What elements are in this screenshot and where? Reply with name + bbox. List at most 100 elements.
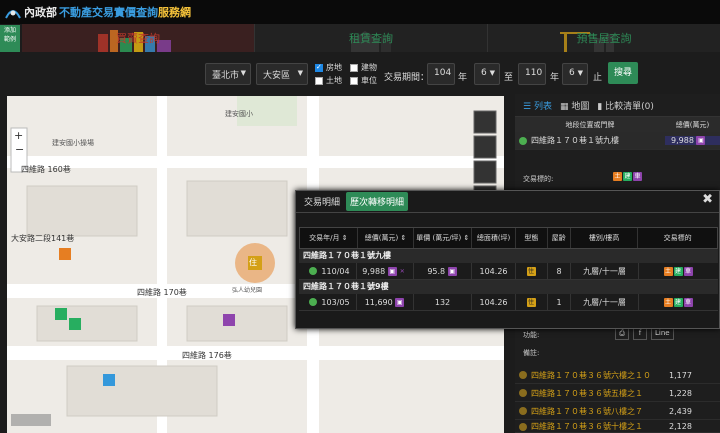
side-button-line2: 範例 bbox=[3, 36, 16, 43]
result-tabs: ☰ 列表 ▦ 地圖 ▮ 比較清單(0) bbox=[515, 94, 720, 116]
map-label-lane176: 四維路 176巷 bbox=[182, 351, 232, 360]
compare-icon[interactable]: ▣ bbox=[395, 297, 405, 307]
list-address: 四維路１７０巷３６號八樓之７ bbox=[531, 406, 643, 416]
row-price: 11,690 bbox=[364, 297, 393, 307]
expand-icon[interactable] bbox=[519, 389, 527, 397]
district-select[interactable]: 大安區 ▼ bbox=[256, 63, 308, 85]
period-label: 交易期間： bbox=[384, 73, 430, 83]
top-bar: 內政部 不動產交易實價查詢 服務網 bbox=[0, 0, 720, 24]
end-year-input[interactable]: 110 bbox=[518, 63, 546, 85]
table-row[interactable]: 103/05 11,690 ▣ 132 104.26 住 1 九層/十一層 土建… bbox=[299, 294, 718, 311]
tab-transfer-history[interactable]: 歷次轉移明細 bbox=[346, 192, 409, 211]
chevron-down-icon: ▼ bbox=[577, 69, 583, 77]
history-table-header: 交易年/月 ⇕ 總價(萬元) ⇕ 單價 (萬元/坪) ⇕ 總面積(坪) 型態 屋… bbox=[299, 227, 718, 249]
ministry-logo-icon bbox=[5, 10, 21, 19]
list-item[interactable]: 四維路１７０巷３６號五樓之１ 1,228 bbox=[515, 385, 720, 402]
note-label: 備註: bbox=[523, 349, 540, 357]
tab-map[interactable]: ▦ 地圖 bbox=[560, 99, 589, 112]
row-date: 110/04 bbox=[321, 266, 350, 276]
building-badge-icon: 建 bbox=[673, 297, 683, 307]
zoom-in-button[interactable]: + bbox=[14, 129, 23, 142]
checkbox-checked-icon bbox=[315, 63, 323, 72]
col-target[interactable]: 交易標的 bbox=[638, 228, 717, 248]
compare-icon[interactable]: ▣ bbox=[387, 266, 397, 276]
special-icon: ✕ bbox=[399, 267, 405, 275]
residence-type-icon: 住 bbox=[526, 266, 536, 276]
type-checkbox-land[interactable]: 土地 bbox=[315, 75, 342, 86]
col-total-price[interactable]: 總價(萬元) ⇕ bbox=[358, 228, 415, 248]
start-month-select[interactable]: 6 ▼ bbox=[474, 63, 500, 85]
type-checkbox-house-land[interactable]: 房地 bbox=[315, 62, 342, 73]
col-age[interactable]: 屋齡 bbox=[548, 228, 571, 248]
table-row[interactable]: 110/04 9,988 ▣ ✕ 95.8 ▣ 104.26 住 8 九層/十一層… bbox=[299, 263, 718, 280]
query-tabs: 買賣查詢 租賃查詢 預售屋查詢 bbox=[22, 24, 720, 52]
start-month-value: 6 bbox=[481, 68, 487, 78]
tab-sale[interactable]: 買賣查詢 bbox=[22, 24, 254, 52]
history-table: 交易年/月 ⇕ 總價(萬元) ⇕ 單價 (萬元/坪) ⇕ 總面積(坪) 型態 屋… bbox=[299, 227, 718, 311]
col-price[interactable]: 總價(萬元) bbox=[665, 120, 720, 130]
list-item[interactable]: 四維路１７０巷３６號八樓之７ 2,439 bbox=[515, 403, 720, 420]
expand-icon[interactable] bbox=[519, 371, 527, 379]
checkbox-icon bbox=[350, 63, 358, 72]
close-icon[interactable]: ✖ bbox=[702, 192, 713, 207]
zoom-out-button[interactable]: − bbox=[15, 143, 24, 156]
expand-icon[interactable] bbox=[519, 422, 527, 431]
history-group-title: 四維路１７０巷１號9樓 bbox=[299, 280, 718, 294]
col-unit-price[interactable]: 單價 (萬元/坪) ⇕ bbox=[414, 228, 473, 248]
city-select[interactable]: 臺北市 ▼ bbox=[205, 63, 251, 85]
selected-address: 四維路１７０巷１號九樓 bbox=[531, 136, 619, 145]
col-type[interactable]: 型態 bbox=[516, 228, 548, 248]
start-year-input[interactable]: 104 bbox=[427, 63, 455, 85]
type-checkbox-building[interactable]: 建物 bbox=[350, 62, 377, 73]
tab-list[interactable]: ☰ 列表 bbox=[523, 99, 552, 112]
map-marker-selected[interactable]: 住 bbox=[249, 257, 257, 268]
facebook-icon[interactable]: f bbox=[633, 328, 647, 340]
print-icon[interactable]: ⎙ bbox=[615, 328, 629, 340]
parking-badge-icon: 車 bbox=[633, 172, 642, 181]
col-area[interactable]: 總面積(坪) bbox=[472, 228, 516, 248]
map-label-school: 建安國小操場 bbox=[52, 139, 94, 147]
col-address[interactable]: 地段位置或門牌 bbox=[515, 120, 665, 130]
row-floor: 九層/十一層 bbox=[571, 294, 639, 310]
compare-icon[interactable]: ▣ bbox=[447, 266, 457, 276]
tab-compare[interactable]: ▮ 比較清單(0) bbox=[597, 99, 654, 112]
list-price: 2,439 bbox=[669, 406, 692, 416]
end-label: 止 bbox=[593, 73, 603, 83]
land-badge-icon: 土 bbox=[663, 297, 673, 307]
col-unit-price-label: 單價 (萬元/坪) bbox=[416, 234, 462, 242]
brand-main[interactable]: 不動產交易實價查詢 bbox=[59, 4, 158, 20]
type-label: 建物 bbox=[361, 63, 377, 72]
col-date[interactable]: 交易年/月 ⇕ bbox=[300, 228, 358, 248]
result-row-selected[interactable]: 四維路１７０巷１號九樓 9,988 ▣ bbox=[515, 132, 720, 150]
transaction-popup: 交易明細 歷次轉移明細 ✖ 交易年/月 ⇕ 總價(萬元) ⇕ 單價 (萬元/坪)… bbox=[295, 190, 720, 329]
expand-icon[interactable] bbox=[519, 136, 527, 145]
line-share-button[interactable]: Line bbox=[651, 328, 674, 340]
row-price: 9,988 bbox=[362, 266, 386, 276]
building-badge-icon: 建 bbox=[673, 266, 683, 276]
tab-presale-label: 預售屋查詢 bbox=[576, 32, 632, 45]
row-area: 104.26 bbox=[472, 294, 516, 310]
district-value: 大安區 bbox=[263, 71, 291, 81]
target-badges: 土建車 bbox=[613, 172, 643, 182]
compare-icon[interactable]: ▣ bbox=[696, 136, 706, 145]
tab-transaction-detail[interactable]: 交易明細 bbox=[300, 192, 344, 211]
col-floor[interactable]: 樓別/樓高 bbox=[571, 228, 639, 248]
tab-presale[interactable]: 預售屋查詢 bbox=[487, 24, 720, 52]
map-label-road-dun: 大安路二段141巷 bbox=[11, 234, 75, 243]
expand-icon[interactable] bbox=[309, 267, 318, 275]
list-item[interactable]: 四維路１７０巷３６號十樓之１ 2,128 bbox=[515, 421, 720, 433]
tab-rent[interactable]: 租賃查詢 bbox=[254, 24, 487, 52]
col-date-label: 交易年/月 bbox=[309, 234, 340, 242]
expand-icon[interactable] bbox=[309, 298, 318, 306]
end-month-select[interactable]: 6 ▼ bbox=[562, 63, 588, 85]
building-badge-icon: 建 bbox=[623, 172, 632, 181]
search-button[interactable]: 搜尋 bbox=[608, 62, 638, 84]
row-area: 104.26 bbox=[472, 263, 516, 279]
brand-suffix[interactable]: 服務網 bbox=[158, 4, 191, 20]
type-checkbox-parking[interactable]: 車位 bbox=[350, 75, 377, 86]
side-example-button[interactable]: 添加 範例 bbox=[0, 25, 20, 53]
list-item[interactable]: 四維路１７０巷３６號六樓之１０ 1,177 bbox=[515, 367, 720, 384]
brand-ministry[interactable]: 內政部 bbox=[24, 4, 57, 20]
list-address: 四維路１７０巷３６號五樓之１ bbox=[531, 388, 643, 398]
expand-icon[interactable] bbox=[519, 407, 527, 415]
